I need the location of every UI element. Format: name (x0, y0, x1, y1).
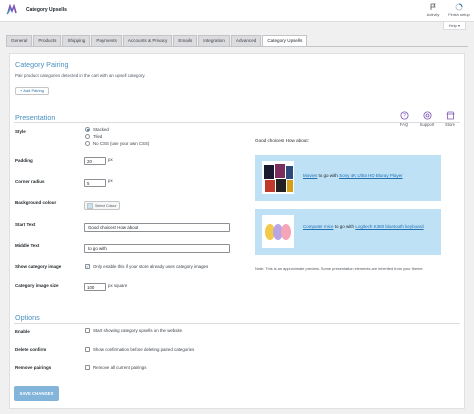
preview-category-link[interactable]: Computer mice (303, 224, 334, 229)
remove-pairings-checkbox[interactable] (85, 365, 90, 370)
tab-shipping[interactable]: Shipping (62, 35, 91, 46)
settings-tabs: General Products Shipping Payments Accou… (6, 35, 308, 47)
delete-confirm-option[interactable]: Show confirmation before deleting paired… (85, 347, 194, 352)
padding-label: Padding (15, 158, 33, 163)
store-icon (445, 111, 455, 120)
preview-card: Movies to go with Sony 4K Ultra HD Blura… (255, 155, 441, 201)
preview-product-link[interactable]: Logitech K380 bluetooth keyboard (355, 224, 423, 229)
activity-button[interactable]: Activity (420, 3, 446, 17)
style-option-tiled[interactable]: Tiled (85, 134, 102, 139)
support-link[interactable]: Support (417, 111, 437, 127)
style-option-label: Tiled (93, 134, 103, 139)
preview-middle-text: to go with (334, 224, 355, 229)
store-link[interactable]: Store (440, 111, 460, 127)
preview-card-text: Computer mice to go with Logitech K380 b… (303, 224, 438, 230)
corner-radius-unit: px (108, 178, 113, 183)
remove-pairings-option[interactable]: Remove all current pairings (85, 365, 146, 370)
tab-emails[interactable]: Emails (173, 35, 198, 46)
presentation-divider (14, 122, 460, 123)
presentation-title: Presentation (15, 113, 56, 122)
tab-payments[interactable]: Payments (91, 35, 122, 46)
enable-label: Enable (15, 329, 30, 334)
enable-checkbox[interactable] (85, 328, 90, 333)
show-category-image-option[interactable]: ✓ Only enable this if your store already… (85, 264, 208, 269)
middle-text-label: Middle Text (15, 243, 40, 248)
delete-confirm-checkbox[interactable] (85, 347, 90, 352)
movie-covers-image (262, 161, 294, 194)
corner-radius-input[interactable]: 5 (84, 179, 106, 187)
category-image-size-unit: px square (108, 283, 128, 288)
show-image-text: Only enable this if your store already u… (93, 264, 209, 269)
svg-text:?: ? (403, 113, 406, 119)
progress-ring-icon (455, 3, 463, 11)
style-option-label: Stacked (93, 127, 109, 132)
category-pairing-title: Category Pairing (15, 60, 69, 69)
page-title: Category Upsells (26, 7, 67, 13)
radio-button[interactable] (85, 134, 90, 139)
save-changes-button[interactable]: SAVE CHANGES (14, 386, 59, 401)
show-image-checkbox[interactable]: ✓ (85, 264, 90, 269)
woocommerce-logo-icon (6, 4, 17, 15)
show-category-image-label: Show category image (15, 264, 62, 269)
enable-option[interactable]: Start showing category upsells on the we… (85, 328, 182, 333)
top-bar: Category Upsells Activity Finish setup (0, 0, 474, 22)
style-option-no-css[interactable]: No CSS (use your own CSS) (85, 141, 149, 146)
delete-confirm-label: Delete confirm (15, 347, 47, 352)
preview-category-link[interactable]: Movies (303, 173, 317, 178)
tab-integration[interactable]: Integration (198, 35, 230, 46)
options-title: Options (15, 313, 40, 322)
delete-confirm-text: Show confirmation before deleting paired… (93, 347, 195, 352)
computer-mice-image (262, 215, 294, 248)
settings-panel: Category Pairing Pair product categories… (9, 53, 465, 409)
preview-card-text: Movies to go with Sony 4K Ultra HD Blura… (303, 173, 438, 179)
finish-setup-label: Finish setup (448, 12, 470, 17)
radio-button[interactable] (85, 127, 90, 132)
finish-setup-button[interactable]: Finish setup (446, 3, 472, 17)
help-tab[interactable]: Help ▾ (442, 22, 466, 30)
start-text-label: Start Text (15, 222, 36, 227)
flag-icon (430, 3, 436, 10)
select-colour-label: Select Colour (95, 203, 117, 208)
background-colour-label: Background colour (15, 200, 57, 205)
category-image-size-label: Category image size (15, 283, 59, 288)
style-label: Style (15, 129, 26, 134)
preview-card: Computer mice to go with Logitech K380 b… (255, 209, 441, 255)
preview-heading: Good choices! How about: (255, 138, 309, 143)
tab-products[interactable]: Products (33, 35, 62, 46)
start-text-input[interactable]: Good choices! How about (84, 223, 230, 232)
options-divider (14, 323, 460, 324)
corner-radius-label: Corner radius (15, 179, 45, 184)
add-pairing-button[interactable]: + Add Pairing (15, 87, 49, 95)
preview-note: Note: This is an approximate preview. So… (255, 266, 424, 271)
tab-divider (6, 46, 468, 47)
enable-text: Start showing category upsells on the we… (93, 328, 183, 333)
style-option-label: No CSS (use your own CSS) (93, 141, 150, 146)
middle-text-input[interactable]: to go with (84, 244, 230, 253)
select-colour-button[interactable]: Select Colour (84, 201, 120, 210)
tab-general[interactable]: General (6, 35, 33, 46)
preview-middle-text: to go with (318, 173, 338, 178)
remove-pairings-text: Remove all current pairings (93, 365, 147, 370)
tab-accounts-privacy[interactable]: Accounts & Privacy (122, 35, 173, 46)
category-image-size-input[interactable]: 100 (84, 283, 106, 291)
preview-product-link[interactable]: Sony 4K Ultra HD Bluray Player (339, 173, 403, 178)
remove-pairings-label: Remove pairings (15, 365, 52, 370)
padding-unit: px (108, 157, 113, 162)
tab-advanced[interactable]: Advanced (230, 35, 262, 46)
activity-label: Activity (426, 12, 440, 17)
question-circle-icon: ? (400, 111, 408, 120)
style-option-stacked[interactable]: Stacked (85, 127, 109, 132)
lifebuoy-icon (423, 111, 431, 120)
category-pairing-description: Pair product categories detected in the … (15, 73, 146, 78)
faq-link[interactable]: ? FAQ (394, 111, 414, 127)
padding-input[interactable]: 20 (84, 157, 106, 165)
colour-swatch (87, 202, 93, 209)
radio-button[interactable] (85, 141, 90, 146)
